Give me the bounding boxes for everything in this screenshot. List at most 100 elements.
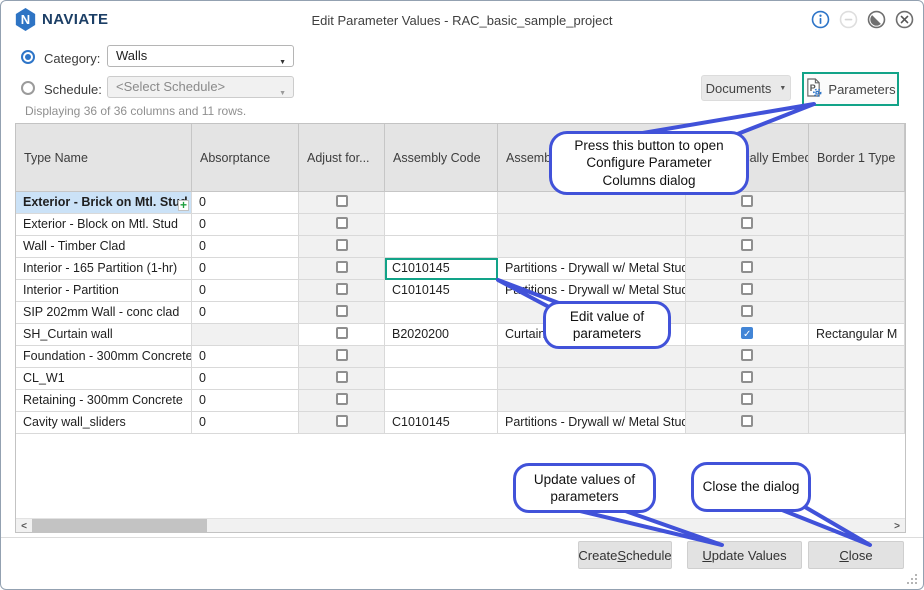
cell-assembly-code[interactable]	[385, 214, 498, 236]
checkbox[interactable]	[336, 195, 348, 207]
cell-automatically-embed[interactable]	[686, 302, 809, 324]
resize-grip-icon[interactable]	[907, 574, 917, 584]
cell-assembly-code[interactable]: C1010145	[385, 280, 498, 302]
checkbox[interactable]	[336, 305, 348, 317]
cell-assembly-code[interactable]	[385, 192, 498, 214]
cell-adjust-for[interactable]	[299, 346, 385, 368]
checkbox[interactable]	[741, 261, 753, 273]
checkbox[interactable]: ✓	[741, 327, 753, 339]
cell-assembly-code[interactable]	[385, 368, 498, 390]
cell-adjust-for[interactable]	[299, 302, 385, 324]
checkbox[interactable]	[336, 415, 348, 427]
checkbox[interactable]	[336, 327, 348, 339]
cell-automatically-embed[interactable]: ✓	[686, 324, 809, 346]
checkbox[interactable]	[336, 371, 348, 383]
cell-absorptance[interactable]: 0	[192, 192, 299, 214]
cell-type-name[interactable]: SH_Curtain wall	[16, 324, 192, 346]
scroll-right-icon[interactable]: >	[889, 519, 905, 533]
schedule-radio[interactable]	[21, 81, 35, 95]
checkbox[interactable]	[741, 305, 753, 317]
checkbox[interactable]	[741, 371, 753, 383]
cell-absorptance[interactable]: 0	[192, 236, 299, 258]
cell-absorptance[interactable]: 0	[192, 280, 299, 302]
create-schedule-button[interactable]: Create Schedule	[578, 541, 672, 569]
cell-type-name[interactable]: Foundation - 300mm Concrete	[16, 346, 192, 368]
cell-automatically-embed[interactable]	[686, 236, 809, 258]
cell-absorptance[interactable]: 0	[192, 368, 299, 390]
cell-assembly-code[interactable]: C1010145	[385, 412, 498, 434]
checkbox[interactable]	[336, 393, 348, 405]
cell-type-name[interactable]: Cavity wall_sliders	[16, 412, 192, 434]
checkbox[interactable]	[741, 239, 753, 251]
checkbox[interactable]	[336, 349, 348, 361]
category-dropdown[interactable]: Walls ▼	[107, 45, 294, 67]
cell-adjust-for[interactable]	[299, 324, 385, 346]
cell-assembly-code[interactable]	[385, 236, 498, 258]
close-button[interactable]: Close	[808, 541, 904, 569]
cell-type-name[interactable]: Interior - 165 Partition (1-hr)	[16, 258, 192, 280]
cell-type-name[interactable]: SIP 202mm Wall - conc clad	[16, 302, 192, 324]
dialog-title: Edit Parameter Values - RAC_basic_sample…	[1, 13, 923, 28]
checkbox[interactable]	[336, 239, 348, 251]
checkbox[interactable]	[741, 415, 753, 427]
cell-type-name[interactable]: Retaining - 300mm Concrete	[16, 390, 192, 412]
horizontal-scrollbar[interactable]: < >	[16, 518, 905, 532]
cell-type-name[interactable]: Exterior - Block on Mtl. Stud	[16, 214, 192, 236]
cell-type-name[interactable]: Exterior - Brick on Mtl. Stud+	[16, 192, 192, 214]
checkbox[interactable]	[741, 393, 753, 405]
scroll-left-icon[interactable]: <	[16, 519, 32, 533]
cell-border-1-type	[809, 346, 905, 368]
cell-automatically-embed[interactable]	[686, 412, 809, 434]
checkbox[interactable]	[741, 283, 753, 295]
cell-type-name[interactable]: Interior - Partition	[16, 280, 192, 302]
update-values-button[interactable]: Update Values	[687, 541, 802, 569]
cell-adjust-for[interactable]	[299, 368, 385, 390]
category-radio[interactable]	[21, 50, 35, 64]
cell-assembly-code[interactable]: B2020200	[385, 324, 498, 346]
add-icon[interactable]: +	[178, 200, 189, 211]
cell-adjust-for[interactable]	[299, 280, 385, 302]
minimize-icon[interactable]	[839, 10, 858, 29]
scrollbar-thumb[interactable]	[32, 519, 207, 533]
cell-automatically-embed[interactable]	[686, 280, 809, 302]
cell-absorptance[interactable]: 0	[192, 214, 299, 236]
cell-adjust-for[interactable]	[299, 390, 385, 412]
cell-automatically-embed[interactable]	[686, 258, 809, 280]
column-header-border-1-type: Border 1 Type	[809, 124, 905, 192]
info-icon[interactable]	[811, 10, 830, 29]
cell-assembly-code[interactable]	[385, 390, 498, 412]
pin-on-top-icon[interactable]	[867, 10, 886, 29]
parameters-button[interactable]: P Parameters	[804, 74, 897, 104]
cell-automatically-embed[interactable]	[686, 390, 809, 412]
cell-border-1-type	[809, 412, 905, 434]
checkbox[interactable]	[741, 195, 753, 207]
cell-automatically-embed[interactable]	[686, 368, 809, 390]
cell-automatically-embed[interactable]	[686, 192, 809, 214]
cell-automatically-embed[interactable]	[686, 214, 809, 236]
cell-automatically-embed[interactable]	[686, 346, 809, 368]
checkbox[interactable]	[336, 217, 348, 229]
checkbox[interactable]	[741, 349, 753, 361]
documents-button[interactable]: Documents ▼	[701, 75, 791, 101]
cell-assembly-code[interactable]	[385, 302, 498, 324]
cell-absorptance[interactable]: 0	[192, 258, 299, 280]
cell-type-name[interactable]: Wall - Timber Clad	[16, 236, 192, 258]
checkbox[interactable]	[741, 217, 753, 229]
cell-adjust-for[interactable]	[299, 214, 385, 236]
checkbox[interactable]	[336, 261, 348, 273]
cell-border-1-type	[809, 214, 905, 236]
cell-assembly-description	[498, 236, 686, 258]
checkbox[interactable]	[336, 283, 348, 295]
cell-adjust-for[interactable]	[299, 258, 385, 280]
cell-absorptance[interactable]: 0	[192, 390, 299, 412]
cell-type-name[interactable]: CL_W1	[16, 368, 192, 390]
cell-absorptance[interactable]: 0	[192, 302, 299, 324]
close-icon[interactable]	[895, 10, 914, 29]
cell-adjust-for[interactable]	[299, 192, 385, 214]
cell-assembly-code[interactable]: C1010145	[385, 258, 498, 280]
cell-absorptance[interactable]: 0	[192, 346, 299, 368]
cell-assembly-code[interactable]	[385, 346, 498, 368]
cell-absorptance[interactable]: 0	[192, 412, 299, 434]
cell-adjust-for[interactable]	[299, 236, 385, 258]
cell-adjust-for[interactable]	[299, 412, 385, 434]
